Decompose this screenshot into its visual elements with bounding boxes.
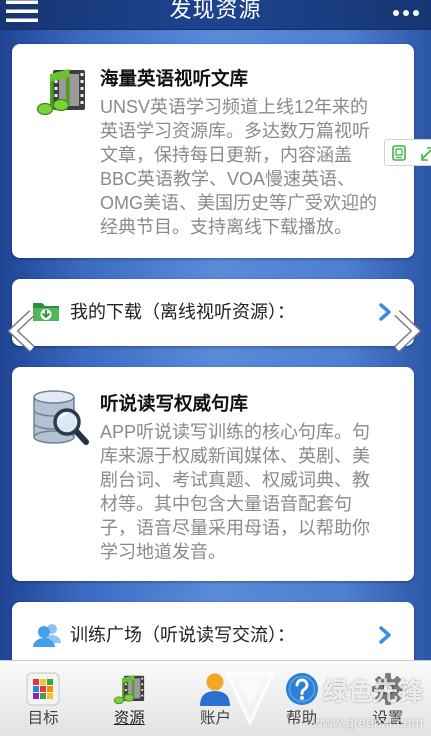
description-line: 子，语音尽量采用母语，以帮助你 [100, 518, 370, 538]
description-line: APP听说读写训练的核心句库。句 [100, 422, 371, 442]
my-downloads-link[interactable]: 我的下载（离线视听资源）： [12, 279, 414, 346]
description-line: BBC英语教学、VOA慢速英语、 [100, 169, 356, 189]
link-label: 训练广场（听说读写交流）： [70, 625, 295, 645]
nav-item-resources[interactable]: 资源 [86, 661, 172, 736]
chevron-right-icon[interactable] [393, 310, 422, 352]
nav-label: 设置 [372, 710, 404, 727]
card-description: UNSV英语学习频道上线12年来的 英语学习资源库。多达数万篇视听 文章，保持每… [100, 95, 377, 239]
nav-label: 账户 [199, 710, 231, 727]
description-line: OMG美语、美国历史等广受欢迎的 [100, 193, 377, 213]
description-line: 剧台词、考试真题、权威词典、教 [100, 470, 370, 490]
nav-item-goals[interactable]: 目标 [0, 661, 86, 736]
page-title: 发现资源 [169, 0, 262, 22]
description-line: 库来源于权威新闻媒体、英剧、美 [100, 446, 370, 466]
download-folder-icon [32, 299, 60, 323]
gear-icon [371, 672, 405, 706]
reader-mode-icon[interactable] [392, 145, 406, 161]
description-line: 英语学习资源库。多达数万篇视听 [100, 121, 370, 141]
chevron-left-icon[interactable] [7, 310, 36, 352]
music-film-icon [112, 672, 146, 706]
people-icon [32, 622, 61, 647]
card-sentence-library[interactable]: 听说读写权威句库 APP听说读写训练的核心句库。句 库来源于权威新闻媒体、英剧、… [12, 367, 414, 581]
nav-label: 目标 [27, 710, 59, 727]
help-icon [285, 672, 319, 706]
chevron-right-icon [378, 303, 392, 321]
card-description: APP听说读写训练的核心句库。句 库来源于权威新闻媒体、英剧、美 剧台词、考试真… [100, 420, 370, 564]
nav-item-settings[interactable]: 设置 [345, 661, 431, 736]
card-title: 海量英语视听文库 [100, 68, 249, 89]
description-line: 学习地道发音。 [100, 542, 226, 562]
nav-item-account[interactable]: 账户 [172, 661, 258, 736]
card-audio-library[interactable]: 海量英语视听文库 UNSV英语学习频道上线12年来的 英语学习资源库。多达数万篇… [12, 44, 414, 258]
description-line: UNSV英语学习频道上线12年来的 [100, 97, 369, 117]
nav-item-help[interactable]: 帮助 [259, 661, 345, 736]
card-title: 听说读写权威句库 [100, 393, 249, 414]
bottom-nav: 目标 资源 账户 帮助 设置 绿色先锋 www.greenxf.com [0, 660, 431, 736]
nav-label: 帮助 [286, 710, 318, 727]
user-icon [198, 672, 232, 706]
grid-icon [26, 672, 60, 706]
description-line: 文章，保持每日更新，内容涵盖 [100, 145, 352, 165]
nav-label: 资源 [113, 710, 145, 727]
floating-toolbar [384, 139, 431, 166]
database-search-icon [30, 389, 90, 447]
expand-icon[interactable] [421, 145, 431, 161]
description-line: 经典节目。支持离线下载播放。 [100, 217, 352, 237]
app-header: 发现资源 [0, 0, 431, 30]
more-dots-icon[interactable] [392, 5, 420, 16]
description-line: 材等。其中包含大量语音配套句 [100, 494, 352, 514]
chevron-right-icon [378, 626, 392, 644]
music-film-icon [35, 64, 87, 118]
link-label: 我的下载（离线视听资源）： [70, 302, 295, 322]
